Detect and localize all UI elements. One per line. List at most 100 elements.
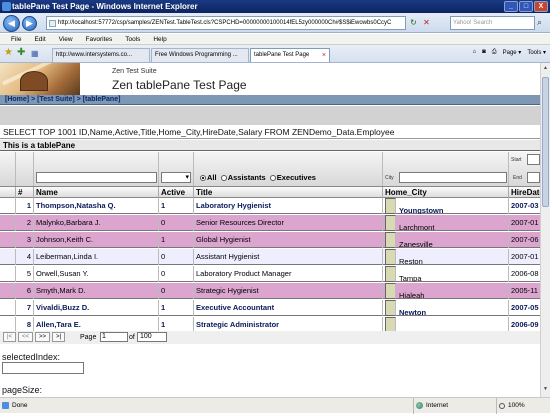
title-cell: Global Hygienist	[194, 232, 383, 248]
last-page-button[interactable]: >|	[52, 332, 65, 342]
tab-tablepane[interactable]: tablePane Test Page ×	[250, 48, 330, 62]
zen-logo	[0, 63, 80, 95]
add-favorite-icon[interactable]: ✚	[17, 47, 25, 58]
first-page-button[interactable]: |<	[3, 332, 16, 342]
home-icon[interactable]: ⌂	[473, 49, 477, 56]
selected-index-label: selectedIndex:	[2, 352, 61, 362]
table-row[interactable]: 6 Smyth,Mark D. 0 Strategic Hygienist Hialea…	[0, 283, 540, 299]
feeds-icon[interactable]: ◙	[482, 49, 486, 56]
breadcrumb-home[interactable]: [Home]	[5, 96, 29, 103]
radio-assistants[interactable]	[220, 175, 227, 181]
row-select-cell	[0, 266, 16, 282]
column-header-hiredate[interactable]: HireDate	[509, 187, 540, 198]
active-cell: 0	[159, 215, 194, 231]
column-header-num[interactable]: #	[16, 187, 34, 198]
forward-button[interactable]: ▶	[22, 16, 37, 31]
command-bar: ⌂ ◙ ⎙ Page ▾ Tools ▾	[473, 49, 546, 56]
table-row[interactable]: 4 Leiberman,Linda I. 0 Assistant Hygienist R…	[0, 249, 540, 265]
column-header-active[interactable]: Active	[159, 187, 194, 198]
end-date-label: End	[513, 175, 522, 181]
prev-page-button[interactable]: <<	[18, 332, 33, 342]
minimize-button[interactable]: _	[504, 1, 518, 12]
scroll-down-icon[interactable]: ▼	[542, 386, 549, 395]
close-tab-icon[interactable]: ×	[322, 49, 326, 62]
table-row[interactable]: 7 Vivaldi,Buzz D. 1 Executive Accountant New…	[0, 300, 540, 316]
table-row[interactable]: 2 Malynko,Barbara J. 0 Senior Resources Dir…	[0, 215, 540, 231]
hiredate-cell: 2007-01	[509, 215, 540, 231]
name-cell: Thompson,Natasha Q.	[34, 198, 159, 214]
vertical-scrollbar[interactable]: ▲ ▼	[540, 63, 550, 397]
title-cell: Executive Accountant	[194, 300, 383, 316]
menu-favorites[interactable]: Favorites	[86, 34, 113, 45]
column-header-name[interactable]: Name	[34, 187, 159, 198]
menu-view[interactable]: View	[59, 34, 73, 45]
address-bar[interactable]: http://localhost:57772/csp/samples/ZENTe…	[46, 16, 406, 30]
ie-app-icon	[2, 2, 11, 11]
table-row[interactable]: 5 Orwell,Susan Y. 0 Laboratory Product Mana…	[0, 266, 540, 282]
maximize-button[interactable]: □	[519, 1, 533, 12]
search-input[interactable]: Yahoo! Search	[450, 16, 535, 30]
name-cell: Leiberman,Linda I.	[34, 249, 159, 265]
page-of-label: of	[129, 334, 135, 341]
city-text: Youngstown	[399, 206, 444, 214]
stop-button[interactable]: ✕	[421, 16, 432, 29]
scrollbar-thumb[interactable]	[542, 77, 549, 207]
radio-all[interactable]	[200, 175, 206, 181]
menu-bar: File Edit View Favorites Tools Help	[0, 34, 550, 45]
radio-executives[interactable]	[269, 175, 276, 181]
tab-intersystems[interactable]: http://www.intersystems.co...	[52, 48, 150, 62]
column-header-title[interactable]: Title	[194, 187, 383, 198]
column-header-select	[0, 187, 16, 198]
page-number-input[interactable]: 1	[100, 332, 128, 342]
active-filter-select[interactable]	[161, 172, 191, 183]
radio-all-label: All	[207, 173, 217, 182]
status-text: Done	[12, 402, 28, 409]
breadcrumb-test-suite[interactable]: [Test Suite]	[37, 96, 75, 103]
name-cell: Malynko,Barbara J.	[34, 215, 159, 231]
quick-tabs-icon[interactable]: ▦	[31, 49, 39, 58]
selected-index-input[interactable]	[2, 362, 84, 374]
table-row[interactable]: 1 Thompson,Natasha Q. 1 Laboratory Hygienis…	[0, 198, 540, 214]
page-count: 100	[137, 332, 167, 342]
back-button[interactable]: ◀	[3, 15, 20, 32]
scroll-up-icon[interactable]: ▲	[542, 65, 549, 74]
next-page-button[interactable]: >>	[35, 332, 50, 342]
tools-menu-button[interactable]: Tools ▾	[527, 49, 546, 56]
filter-cell-num	[16, 152, 34, 186]
hiredate-cell: 2005-11	[509, 283, 540, 299]
breadcrumb-tablepane[interactable]: [tablePane]	[83, 96, 121, 103]
active-cell: 0	[159, 266, 194, 282]
tab-label: Free Windows Programming ...	[155, 52, 238, 58]
active-cell: 1	[159, 198, 194, 214]
table-row[interactable]: 3 Johnson,Keith C. 1 Global Hygienist Zanesv…	[0, 232, 540, 248]
home-city-cell: Youngstown	[383, 198, 509, 214]
column-header-home-city[interactable]: Home_City	[383, 187, 509, 198]
start-date-input[interactable]	[527, 154, 540, 165]
city-filter-label: City	[385, 175, 394, 181]
refresh-button[interactable]: ↻	[408, 16, 419, 29]
tab-free-windows[interactable]: Free Windows Programming ...	[151, 48, 249, 62]
city-text: Newton	[399, 308, 427, 316]
active-cell: 1	[159, 232, 194, 248]
security-zone[interactable]: Internet	[413, 398, 493, 414]
zoom-level[interactable]: 100%	[496, 398, 550, 414]
home-city-cell: Zanesville	[383, 232, 509, 248]
page-content: Zen Test Suite Zen tablePane Test Page […	[0, 63, 540, 397]
title-cell: Assistant Hygienist	[194, 249, 383, 265]
page-menu-button[interactable]: Page ▾	[503, 49, 522, 56]
breadcrumb: [Home] > [Test Suite] > [tablePane]	[0, 95, 540, 105]
city-filter-input[interactable]	[399, 172, 507, 183]
logo-dome	[20, 71, 48, 91]
filter-row: All Assistants Executives City Start End	[0, 152, 540, 186]
name-filter-input[interactable]	[36, 172, 157, 183]
menu-file[interactable]: File	[11, 34, 21, 45]
search-icon[interactable]: ⌕	[537, 17, 542, 28]
menu-help[interactable]: Help	[153, 34, 166, 45]
page-title: Zen tablePane Test Page	[112, 78, 247, 92]
menu-tools[interactable]: Tools	[125, 34, 140, 45]
print-icon[interactable]: ⎙	[492, 49, 497, 56]
end-date-input[interactable]	[527, 172, 540, 183]
favorites-star-icon[interactable]: ★	[4, 47, 13, 58]
close-button[interactable]: X	[534, 1, 548, 12]
menu-edit[interactable]: Edit	[34, 34, 45, 45]
